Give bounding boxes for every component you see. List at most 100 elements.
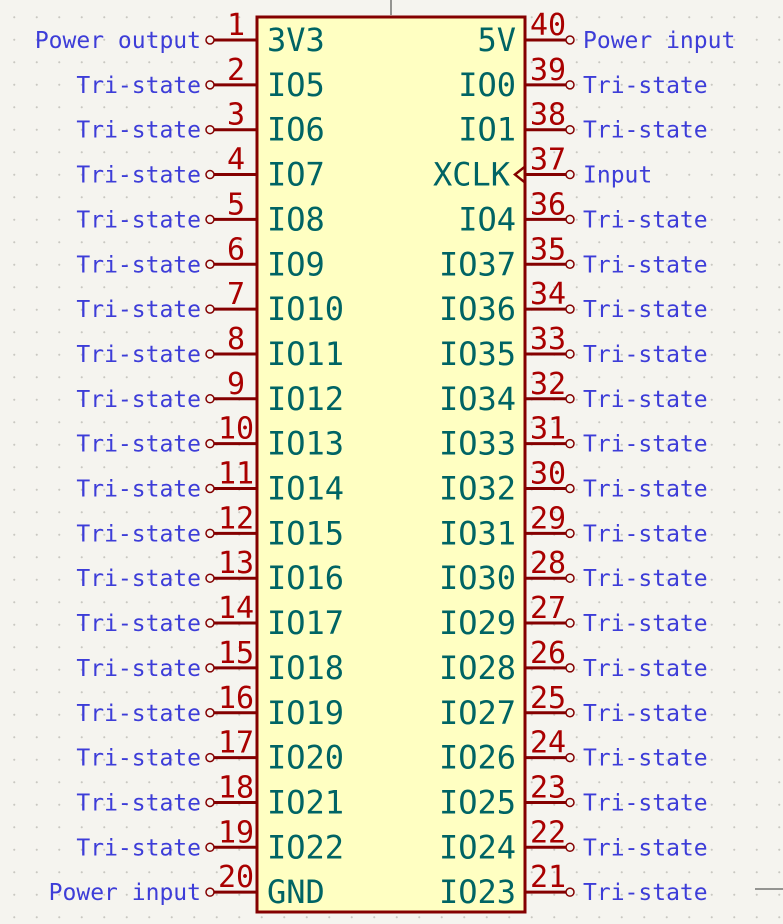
pin-connection-point[interactable] <box>205 797 215 808</box>
pin-number: 26 <box>530 636 566 671</box>
pin-connection-point[interactable] <box>565 528 575 539</box>
pin-number: 15 <box>218 636 254 671</box>
pin-connection-point[interactable] <box>205 169 215 180</box>
pin-connection-point[interactable] <box>565 573 575 583</box>
pin-number: 10 <box>218 412 254 447</box>
component-symbol[interactable]: 1 3V3 Power output 2 IO5 Tri-state 3 IO6 Tri-sta… <box>0 0 783 924</box>
pin-number: 39 <box>530 53 566 88</box>
pin-connection-point[interactable] <box>205 214 215 225</box>
pin-connection-point[interactable] <box>205 887 215 897</box>
pin-number: 1 <box>227 8 245 43</box>
component-body[interactable] <box>255 15 527 914</box>
pin-electrical-type: Tri-state <box>583 790 708 816</box>
pin-connection-point[interactable] <box>565 35 575 45</box>
pin-connection-point[interactable] <box>565 259 575 269</box>
pin-connection-point[interactable] <box>565 214 575 225</box>
pin-electrical-type: Tri-state <box>76 746 201 772</box>
pin-number: 35 <box>530 232 566 267</box>
pin-electrical-type: Tri-state <box>583 118 708 144</box>
pin-number: 32 <box>530 367 566 402</box>
pin-electrical-type: Tri-state <box>76 207 201 233</box>
pin-name: IO22 <box>267 828 344 866</box>
pin-connection-point[interactable] <box>565 887 575 897</box>
pin-number: 25 <box>530 681 566 716</box>
pin-number: 13 <box>218 546 254 581</box>
pin-connection-point[interactable] <box>565 124 575 135</box>
pin-electrical-type: Power input <box>49 880 201 906</box>
pin-electrical-type: Tri-state <box>76 297 201 323</box>
pin-name: IO15 <box>267 514 344 552</box>
pin-electrical-type: Tri-state <box>76 432 201 458</box>
pin-connection-point[interactable] <box>205 259 215 269</box>
pin-name: IO13 <box>267 425 344 463</box>
pin-name: IO33 <box>439 425 516 463</box>
pin-connection-point[interactable] <box>565 752 575 763</box>
pin-name: 5V <box>477 21 516 59</box>
pin-electrical-type: Tri-state <box>583 73 708 99</box>
pin-electrical-type: Input <box>583 163 652 189</box>
pin-electrical-type: Tri-state <box>76 611 201 637</box>
pin-connection-point[interactable] <box>205 394 215 404</box>
pin-electrical-type: Tri-state <box>583 611 708 637</box>
pin-name: XCLK <box>433 156 511 194</box>
pin-number: 24 <box>530 726 566 761</box>
pin-electrical-type: Tri-state <box>76 701 201 727</box>
pin-connection-point[interactable] <box>565 663 575 673</box>
pin-number: 37 <box>530 143 566 178</box>
pin-name: IO10 <box>267 290 344 328</box>
pin-name: IO6 <box>267 111 325 149</box>
left-pin-column: 1 3V3 Power output 2 IO5 Tri-state 3 IO6 Tri-sta… <box>35 8 344 911</box>
pin-connection-point[interactable] <box>565 349 575 359</box>
pin-connection-point[interactable] <box>205 124 215 135</box>
pin-connection-point[interactable] <box>205 528 215 539</box>
pin-name: IO24 <box>439 828 516 866</box>
pin-number: 19 <box>218 815 254 850</box>
pin-connection-point[interactable] <box>205 618 215 628</box>
pin-connection-point[interactable] <box>565 80 575 90</box>
pin-connection-point[interactable] <box>565 797 575 808</box>
pin-connection-point[interactable] <box>565 842 575 853</box>
pin-connection-point[interactable] <box>205 573 215 583</box>
pin-number: 3 <box>227 98 245 133</box>
pin-number: 22 <box>530 815 566 850</box>
pin-connection-point[interactable] <box>205 349 215 359</box>
pin-connection-point[interactable] <box>565 394 575 404</box>
pin-name: IO23 <box>439 873 516 911</box>
pin-electrical-type: Tri-state <box>583 207 708 233</box>
pin-connection-point[interactable] <box>565 708 575 718</box>
pin-number: 12 <box>218 501 254 536</box>
pin-number: 9 <box>227 367 245 402</box>
pin-number: 2 <box>227 53 245 88</box>
pin-connection-point[interactable] <box>205 438 215 449</box>
pin-name: IO0 <box>458 66 516 104</box>
pin-electrical-type: Tri-state <box>76 566 201 592</box>
pin-connection-point[interactable] <box>565 618 575 628</box>
pin-electrical-type: Tri-state <box>76 521 201 547</box>
pin-number: 33 <box>530 322 566 357</box>
pin-connection-point[interactable] <box>565 169 575 180</box>
pin-connection-point[interactable] <box>205 708 215 718</box>
schematic-canvas[interactable]: 1 3V3 Power output 2 IO5 Tri-state 3 IO6 Tri-sta… <box>0 0 783 924</box>
pin-name: IO35 <box>439 335 516 373</box>
pin-connection-point[interactable] <box>205 304 215 314</box>
pin-electrical-type: Tri-state <box>583 432 708 458</box>
pin-connection-point[interactable] <box>565 483 575 494</box>
pin-name: IO25 <box>439 783 516 821</box>
pin-name: IO29 <box>439 604 516 642</box>
pin-electrical-type: Tri-state <box>76 790 201 816</box>
pin-number: 30 <box>530 457 566 492</box>
pin-number: 11 <box>218 457 254 492</box>
pin-connection-point[interactable] <box>205 483 215 494</box>
pin-connection-point[interactable] <box>205 35 215 45</box>
pin-connection-point[interactable] <box>205 663 215 673</box>
pin-electrical-type: Tri-state <box>583 342 708 368</box>
pin-connection-point[interactable] <box>565 438 575 449</box>
pin-name: IO34 <box>439 380 516 418</box>
pin-connection-point[interactable] <box>565 304 575 314</box>
pin-connection-point[interactable] <box>205 842 215 853</box>
pin-electrical-type: Tri-state <box>76 118 201 144</box>
pin-electrical-type: Tri-state <box>583 566 708 592</box>
pin-name: IO27 <box>439 694 516 732</box>
pin-connection-point[interactable] <box>205 752 215 763</box>
pin-connection-point[interactable] <box>205 80 215 90</box>
